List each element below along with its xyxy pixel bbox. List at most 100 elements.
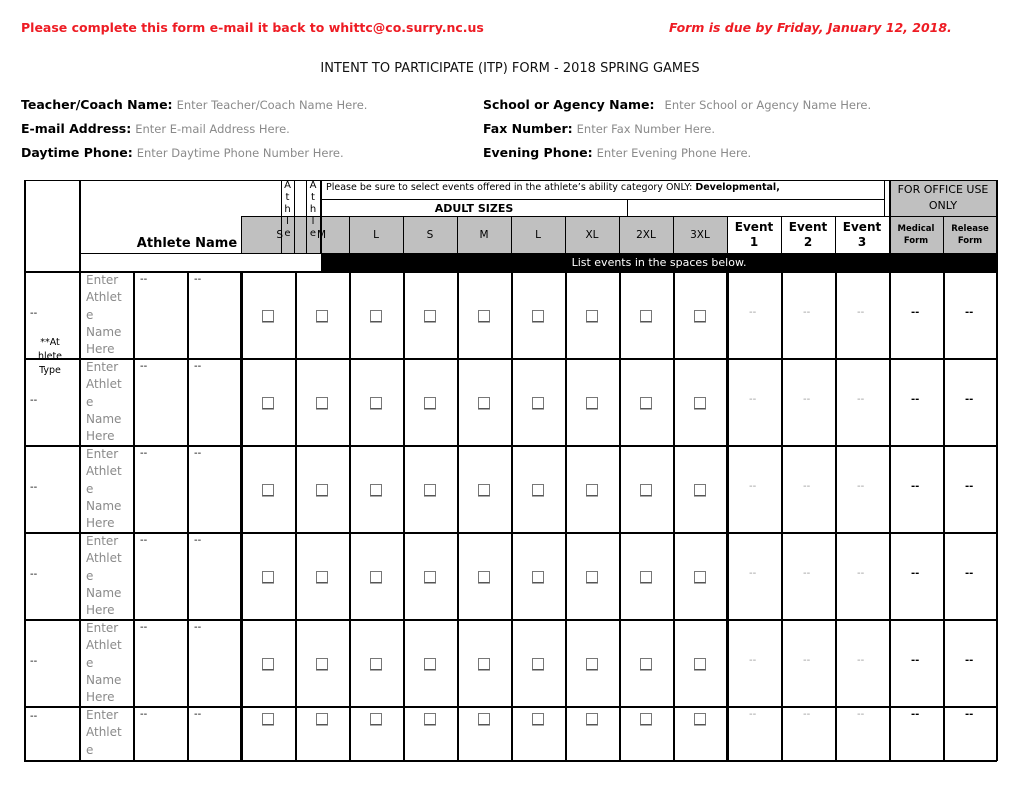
size-checkbox-2xl[interactable]: [640, 309, 652, 322]
size-checkbox-m[interactable]: [478, 713, 490, 725]
event-1-value[interactable]: --: [749, 307, 756, 318]
email-field[interactable]: E-mail Address: Enter E-mail Address Here…: [21, 121, 290, 136]
size-checkbox-3xl[interactable]: [694, 309, 706, 322]
size-checkbox-3xl[interactable]: [694, 657, 706, 670]
size-checkbox-3xl[interactable]: [694, 713, 706, 725]
daytime-phone-input[interactable]: Enter Daytime Phone Number Here.: [137, 146, 344, 160]
athlete-type-value[interactable]: --: [30, 711, 37, 722]
size-checkbox-m[interactable]: [316, 657, 328, 670]
size-checkbox-xl[interactable]: [586, 309, 598, 322]
size-checkbox-l[interactable]: [532, 309, 544, 322]
event-1-value[interactable]: --: [749, 655, 756, 666]
medical-form-value[interactable]: --: [911, 394, 919, 405]
athlete-name-input[interactable]: Enter Athlet e Name Here: [86, 533, 136, 619]
col4-value[interactable]: --: [194, 622, 201, 633]
athlete-type-value[interactable]: --: [30, 656, 37, 667]
athlete-type-value[interactable]: --: [30, 482, 37, 493]
event-3-value[interactable]: --: [857, 394, 864, 405]
size-checkbox-m[interactable]: [478, 657, 490, 670]
release-form-value[interactable]: --: [965, 655, 973, 666]
release-form-value[interactable]: --: [965, 481, 973, 492]
size-checkbox-xl[interactable]: [586, 483, 598, 496]
size-checkbox-3xl[interactable]: [694, 483, 706, 496]
size-checkbox-s[interactable]: [262, 713, 274, 725]
release-form-value[interactable]: --: [965, 394, 973, 405]
size-checkbox-m[interactable]: [316, 570, 328, 583]
size-checkbox-s[interactable]: [262, 309, 274, 322]
col4-value[interactable]: --: [194, 535, 201, 546]
teacher-input[interactable]: Enter Teacher/Coach Name Here.: [177, 98, 368, 112]
event-2-value[interactable]: --: [803, 481, 810, 492]
athlete-type-value[interactable]: --: [30, 395, 37, 406]
size-checkbox-xl[interactable]: [586, 657, 598, 670]
size-checkbox-xl[interactable]: [586, 396, 598, 409]
release-form-value[interactable]: --: [965, 568, 973, 579]
col3-value[interactable]: --: [140, 274, 147, 285]
event-2-value[interactable]: --: [803, 655, 810, 666]
size-checkbox-l[interactable]: [370, 309, 382, 322]
col4-value[interactable]: --: [194, 709, 201, 720]
release-form-value[interactable]: --: [965, 307, 973, 318]
medical-form-value[interactable]: --: [911, 481, 919, 492]
size-checkbox-l[interactable]: [532, 570, 544, 583]
event-3-value[interactable]: --: [857, 568, 864, 579]
athlete-type-value[interactable]: --: [30, 308, 37, 319]
athlete-name-input[interactable]: Enter Athlet e Name Here: [86, 620, 136, 706]
size-checkbox-xl[interactable]: [586, 570, 598, 583]
size-checkbox-m[interactable]: [478, 309, 490, 322]
size-checkbox-s[interactable]: [424, 713, 436, 725]
athlete-name-input[interactable]: Enter Athlet e Name Here: [86, 359, 136, 445]
school-input[interactable]: Enter School or Agency Name Here.: [665, 98, 872, 112]
size-checkbox-l[interactable]: [370, 713, 382, 725]
size-checkbox-m[interactable]: [478, 396, 490, 409]
size-checkbox-l[interactable]: [370, 570, 382, 583]
release-form-value[interactable]: --: [965, 709, 973, 720]
athlete-type-value[interactable]: --: [30, 569, 37, 580]
size-checkbox-l[interactable]: [532, 396, 544, 409]
col3-value[interactable]: --: [140, 709, 147, 720]
event-2-value[interactable]: --: [803, 568, 810, 579]
size-checkbox-s[interactable]: [262, 657, 274, 670]
size-checkbox-m[interactable]: [316, 483, 328, 496]
size-checkbox-m[interactable]: [316, 396, 328, 409]
size-checkbox-xl[interactable]: [586, 713, 598, 725]
event-1-value[interactable]: --: [749, 709, 756, 720]
col3-value[interactable]: --: [140, 361, 147, 372]
size-checkbox-3xl[interactable]: [694, 396, 706, 409]
size-checkbox-l[interactable]: [532, 483, 544, 496]
event-1-value[interactable]: --: [749, 481, 756, 492]
fax-field[interactable]: Fax Number: Enter Fax Number Here.: [483, 121, 715, 136]
event-3-value[interactable]: --: [857, 307, 864, 318]
daytime-phone-field[interactable]: Daytime Phone: Enter Daytime Phone Number…: [21, 145, 344, 160]
size-checkbox-3xl[interactable]: [694, 570, 706, 583]
col3-value[interactable]: --: [140, 448, 147, 459]
size-checkbox-m[interactable]: [316, 309, 328, 322]
medical-form-value[interactable]: --: [911, 568, 919, 579]
athlete-name-input[interactable]: Enter Athlet e: [86, 707, 136, 759]
col4-value[interactable]: --: [194, 274, 201, 285]
event-3-value[interactable]: --: [857, 481, 864, 492]
col4-value[interactable]: --: [194, 448, 201, 459]
size-checkbox-s[interactable]: [424, 657, 436, 670]
size-checkbox-m[interactable]: [478, 570, 490, 583]
event-2-value[interactable]: --: [803, 307, 810, 318]
event-2-value[interactable]: --: [803, 394, 810, 405]
event-3-value[interactable]: --: [857, 709, 864, 720]
size-checkbox-s[interactable]: [424, 396, 436, 409]
event-3-value[interactable]: --: [857, 655, 864, 666]
size-checkbox-l[interactable]: [532, 713, 544, 725]
size-checkbox-2xl[interactable]: [640, 570, 652, 583]
size-checkbox-2xl[interactable]: [640, 713, 652, 725]
size-checkbox-s[interactable]: [424, 483, 436, 496]
size-checkbox-s[interactable]: [262, 483, 274, 496]
athlete-name-input[interactable]: Enter Athlet e Name Here: [86, 272, 136, 358]
size-checkbox-2xl[interactable]: [640, 396, 652, 409]
col4-value[interactable]: --: [194, 361, 201, 372]
evening-phone-field[interactable]: Evening Phone: Enter Evening Phone Here.: [483, 145, 751, 160]
size-checkbox-s[interactable]: [262, 570, 274, 583]
teacher-field[interactable]: Teacher/Coach Name: Enter Teacher/Coach N…: [21, 97, 367, 112]
size-checkbox-2xl[interactable]: [640, 657, 652, 670]
size-checkbox-s[interactable]: [262, 396, 274, 409]
size-checkbox-s[interactable]: [424, 309, 436, 322]
col3-value[interactable]: --: [140, 622, 147, 633]
